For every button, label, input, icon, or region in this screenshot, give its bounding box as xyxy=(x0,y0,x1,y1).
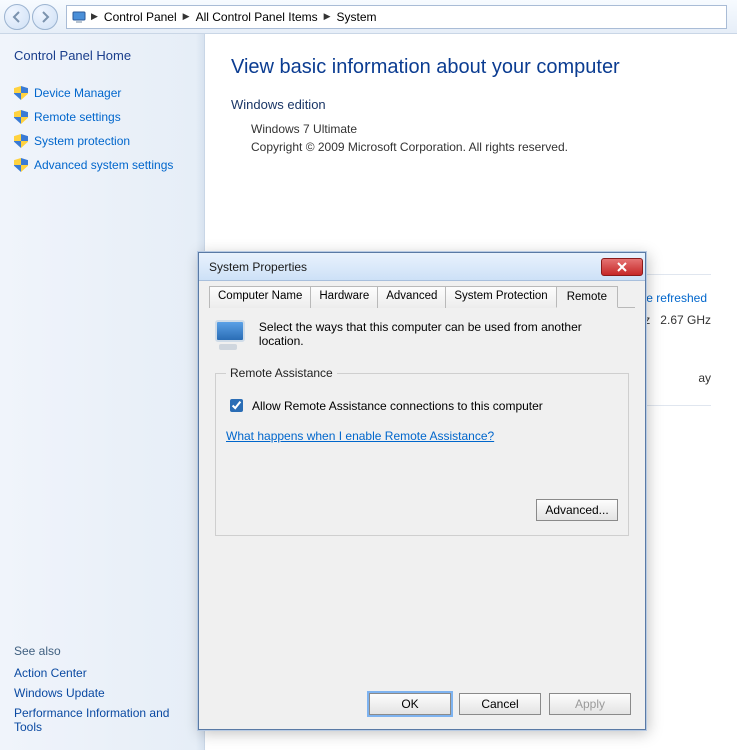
see-also-action-center[interactable]: Action Center xyxy=(14,666,192,680)
sidebar-link-advanced-system-settings[interactable]: Advanced system settings xyxy=(14,158,192,172)
copyright-text: Copyright © 2009 Microsoft Corporation. … xyxy=(251,140,711,154)
see-also-windows-update[interactable]: Windows Update xyxy=(14,686,192,700)
allow-remote-assistance-checkbox[interactable] xyxy=(230,399,243,412)
see-also-heading: See also xyxy=(14,644,192,658)
shield-icon xyxy=(14,158,28,172)
computer-icon xyxy=(71,9,87,25)
ok-button[interactable]: OK xyxy=(369,693,451,715)
close-button[interactable] xyxy=(601,258,643,276)
control-panel-home-link[interactable]: Control Panel Home xyxy=(14,48,192,63)
sidebar-link-label: Advanced system settings xyxy=(34,158,173,172)
remote-assistance-help-link[interactable]: What happens when I enable Remote Assist… xyxy=(226,429,494,443)
sidebar-link-remote-settings[interactable]: Remote settings xyxy=(14,110,192,124)
allow-remote-assistance-row[interactable]: Allow Remote Assistance connections to t… xyxy=(226,396,618,415)
remote-computer-icon xyxy=(215,320,249,350)
shield-icon xyxy=(14,86,28,100)
sidebar-link-label: System protection xyxy=(34,134,130,148)
tab-hardware[interactable]: Hardware xyxy=(310,286,378,308)
chevron-right-icon: ▶ xyxy=(322,11,333,22)
chevron-right-icon: ▶ xyxy=(181,11,192,22)
page-title: View basic information about your comput… xyxy=(231,56,711,79)
group-legend: Remote Assistance xyxy=(226,366,337,380)
breadcrumb-item[interactable]: Control Panel xyxy=(102,10,179,24)
nav-forward-button[interactable] xyxy=(32,4,58,30)
refresh-link-fragment[interactable]: be refreshed xyxy=(640,291,707,305)
edition-value: Windows 7 Ultimate xyxy=(251,122,711,136)
breadcrumb-item[interactable]: System xyxy=(335,10,379,24)
dialog-title: System Properties xyxy=(209,260,307,274)
apply-button: Apply xyxy=(549,693,631,715)
shield-icon xyxy=(14,110,28,124)
sidebar-link-system-protection[interactable]: System protection xyxy=(14,134,192,148)
tab-system-protection[interactable]: System Protection xyxy=(445,286,556,308)
nav-back-button[interactable] xyxy=(4,4,30,30)
chevron-right-icon: ▶ xyxy=(89,11,100,22)
cancel-button[interactable]: Cancel xyxy=(459,693,541,715)
section-windows-edition: Windows edition xyxy=(231,97,711,112)
breadcrumb[interactable]: ▶ Control Panel ▶ All Control Panel Item… xyxy=(66,5,727,29)
breadcrumb-item[interactable]: All Control Panel Items xyxy=(194,10,320,24)
tab-computer-name[interactable]: Computer Name xyxy=(209,286,311,308)
system-properties-dialog: System Properties Computer Name Hardware… xyxy=(198,252,646,730)
tab-advanced[interactable]: Advanced xyxy=(377,286,446,308)
sidebar-link-device-manager[interactable]: Device Manager xyxy=(14,86,192,100)
checkbox-label: Allow Remote Assistance connections to t… xyxy=(252,399,543,413)
sidebar-link-label: Remote settings xyxy=(34,110,121,124)
see-also-performance-info[interactable]: Performance Information and Tools xyxy=(14,706,192,734)
tab-remote[interactable]: Remote xyxy=(556,286,618,308)
remote-assistance-group: Remote Assistance Allow Remote Assistanc… xyxy=(215,366,629,536)
advanced-button[interactable]: Advanced... xyxy=(536,499,618,521)
dialog-tabs: Computer Name Hardware Advanced System P… xyxy=(209,285,635,308)
shield-icon xyxy=(14,134,28,148)
sidebar-link-label: Device Manager xyxy=(34,86,121,100)
dialog-intro-text: Select the ways that this computer can b… xyxy=(259,320,629,348)
